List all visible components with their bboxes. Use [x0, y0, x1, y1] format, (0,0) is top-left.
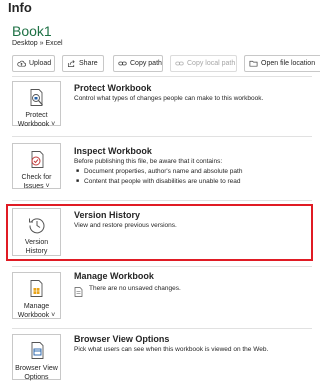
- tile-label-line1: Protect: [25, 112, 48, 119]
- divider: [12, 136, 312, 137]
- inspect-workbook-title: Inspect Workbook: [74, 146, 152, 156]
- copy-local-path-button[interactable]: Copy local path: [170, 55, 237, 72]
- protect-workbook-description: Control what types of changes people can…: [74, 95, 264, 102]
- inspect-bullet: Content that people with disabilities ar…: [76, 178, 240, 185]
- browser-view-options-description: Pick what users can see when this workbo…: [74, 346, 269, 353]
- divider: [12, 328, 312, 329]
- protect-workbook-title: Protect Workbook: [74, 83, 152, 93]
- copy-local-path-label: Copy local path: [187, 60, 236, 67]
- tile-label-line2: Options: [24, 374, 49, 381]
- lock-document-icon: [27, 88, 47, 108]
- open-file-location-button[interactable]: Open file location: [244, 55, 320, 72]
- copy-path-button[interactable]: Copy path: [113, 55, 163, 72]
- link-icon: [175, 59, 184, 68]
- browser-view-options-title: Browser View Options: [74, 334, 170, 344]
- tile-label-line2: Workbook ˅: [17, 312, 56, 319]
- check-for-issues-button[interactable]: Check for Issues ˅: [12, 143, 61, 190]
- manage-document-icon: [27, 279, 47, 299]
- link-icon: [118, 59, 127, 68]
- page-title: Info: [8, 0, 32, 15]
- browser-view-icon: [27, 341, 47, 361]
- manage-workbook-description: There are no unsaved changes.: [89, 285, 181, 292]
- protect-workbook-button[interactable]: Protect Workbook ˅: [12, 81, 61, 128]
- tile-label-line2: Workbook ˅: [17, 121, 56, 128]
- tile-label-line2: Issues ˅: [23, 183, 50, 190]
- upload-button[interactable]: Upload: [12, 55, 55, 72]
- open-file-location-label: Open file location: [261, 60, 316, 67]
- inspect-document-icon: [27, 150, 47, 170]
- share-icon: [67, 59, 76, 68]
- tile-label-line1: Browser View: [15, 365, 58, 372]
- tile-label-line1: Check for: [21, 174, 52, 181]
- manage-workbook-button[interactable]: Manage Workbook ˅: [12, 272, 61, 319]
- selection-highlight: [6, 204, 313, 261]
- cloud-upload-icon: [17, 59, 26, 68]
- inspect-workbook-description: Before publishing this file, be aware th…: [74, 158, 223, 165]
- copy-path-label: Copy path: [130, 60, 162, 67]
- browser-view-options-button[interactable]: Browser View Options: [12, 334, 61, 381]
- document-path: Desktop » Excel: [12, 40, 63, 47]
- upload-label: Upload: [29, 60, 52, 67]
- tile-label-line1: Manage: [23, 303, 50, 310]
- manage-workbook-title: Manage Workbook: [74, 271, 154, 281]
- divider: [12, 76, 312, 77]
- share-button[interactable]: Share: [62, 55, 104, 72]
- divider: [12, 200, 312, 201]
- inspect-bullet: Document properties, author's name and a…: [76, 168, 242, 175]
- folder-icon: [249, 59, 258, 68]
- share-label: Share: [79, 60, 98, 67]
- document-name: Book1: [12, 23, 52, 39]
- divider: [12, 266, 312, 267]
- saved-document-icon: [74, 284, 83, 297]
